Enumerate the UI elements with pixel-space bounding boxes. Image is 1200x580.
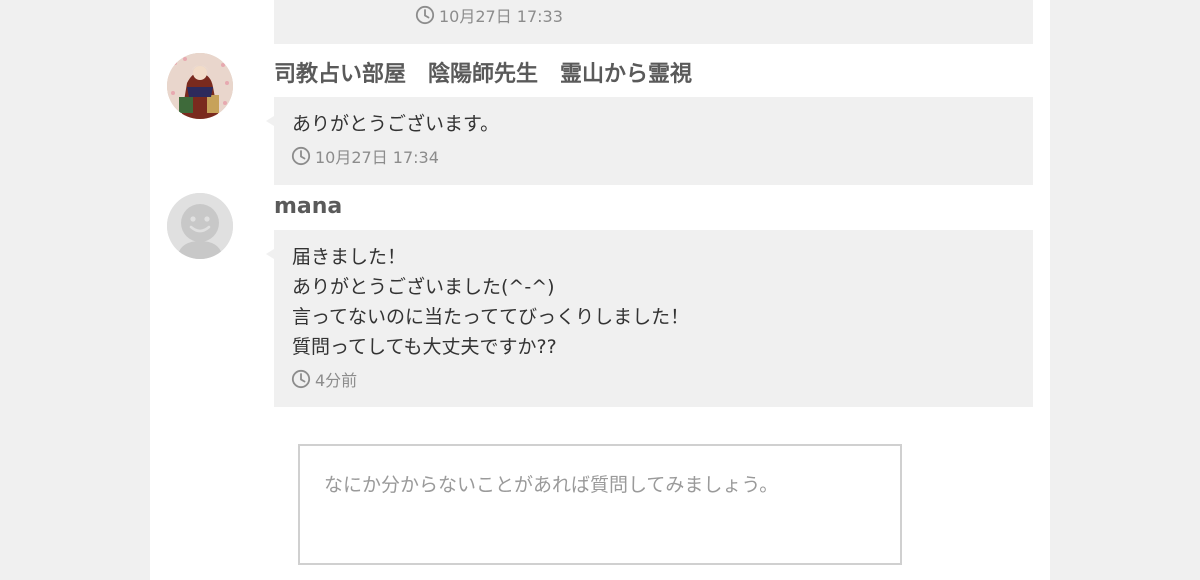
timestamp-text: 10月27日 17:34 <box>315 148 439 167</box>
avatar[interactable] <box>167 193 233 259</box>
timestamp-text: 4分前 <box>315 371 358 390</box>
clock-icon <box>291 146 311 166</box>
message-bubble: 届きました！ ありがとうございました(^-^) 言ってないのに当たっててびっくり… <box>266 230 1033 407</box>
chat-thread: 10月27日 17:33 司教占い部屋 陰陽師先生 霊山から霊視 ありがとうござ… <box>150 0 1050 580</box>
message-timestamp: 10月27日 17:33 <box>415 4 563 26</box>
smiley-avatar-icon <box>167 193 233 259</box>
timestamp-text: 10月27日 17:33 <box>439 7 563 26</box>
clock-icon <box>415 5 435 25</box>
author-name: 司教占い部屋 陰陽師先生 霊山から霊視 <box>274 62 693 87</box>
message-bubble: ありがとうございます。 10月27日 17:34 <box>266 97 1033 185</box>
message-timestamp: 10月27日 17:34 <box>291 145 439 167</box>
message-text: ありがとうございます。 <box>292 113 500 135</box>
message-bubble: 10月27日 17:33 <box>274 0 1033 44</box>
author-name: mana <box>274 194 343 219</box>
avatar[interactable] <box>167 53 233 119</box>
user-photo-avatar <box>167 53 233 119</box>
clock-icon <box>291 369 311 389</box>
message-text: 届きました！ ありがとうございました(^-^) 言ってないのに当たっててびっくり… <box>292 246 690 358</box>
message-timestamp: 4分前 <box>291 368 357 390</box>
question-input[interactable] <box>298 444 902 565</box>
